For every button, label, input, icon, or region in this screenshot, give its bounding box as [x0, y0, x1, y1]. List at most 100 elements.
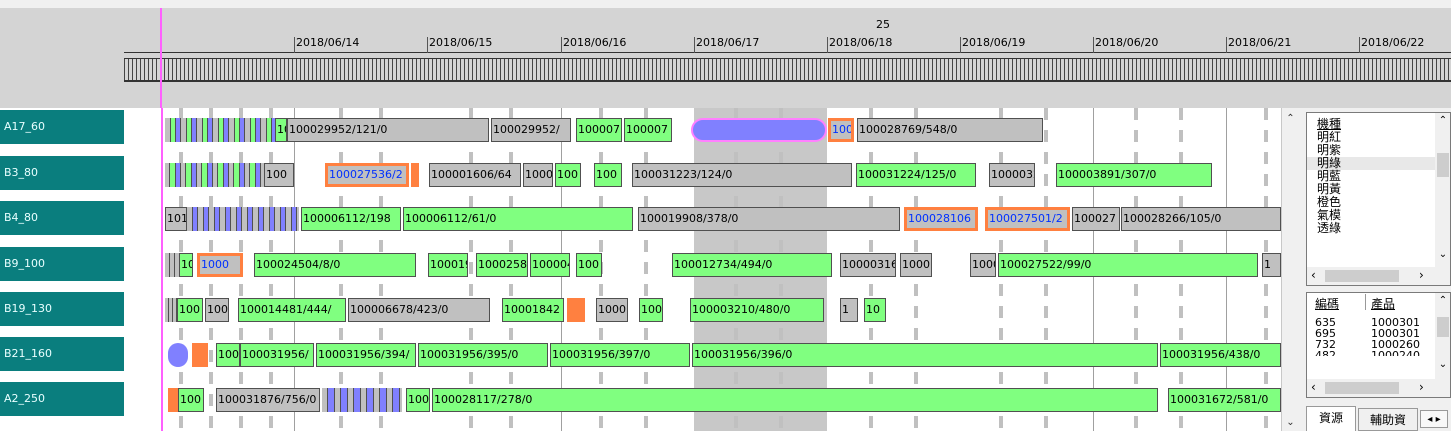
selected-task-bar[interactable]: 100 [828, 118, 854, 142]
task-bar[interactable]: 100027522/99/0 [998, 253, 1258, 277]
task-bar[interactable]: 100 [177, 298, 203, 322]
task-bar[interactable]: 100029952/121/0 [287, 118, 489, 142]
task-bar[interactable]: 100 [406, 388, 430, 412]
scroll-left-arrow-icon[interactable]: ‹ [1311, 268, 1316, 282]
task-cluster[interactable] [165, 163, 275, 187]
task-bar[interactable]: 100024504/8/0 [254, 253, 416, 277]
scroll-thumb[interactable] [1325, 270, 1399, 282]
task-bar[interactable]: 100031956/438/0 [1160, 343, 1281, 367]
task-bar[interactable]: 100031956/394/ [316, 343, 416, 367]
task-bar[interactable]: 100031672/581/0 [1168, 388, 1281, 412]
task-bar[interactable]: 100007 [624, 118, 672, 142]
scroll-right-arrow-icon[interactable]: › [1419, 380, 1424, 394]
scroll-up-arrow-icon[interactable]: ⌃ [1282, 110, 1299, 127]
task-bar[interactable]: 10001842 [502, 298, 564, 322]
task-bar[interactable]: 100 [594, 163, 622, 187]
task-bar[interactable]: 100 [216, 343, 240, 367]
row-label-b9-100[interactable]: B9_100 [0, 247, 124, 281]
task-bar[interactable]: 100027 [1072, 207, 1120, 231]
task-bar[interactable]: 100028769/548/0 [857, 118, 1043, 142]
task-bar[interactable]: 100003891/307/0 [1056, 163, 1212, 187]
scroll-thumb[interactable] [1437, 317, 1449, 337]
row-label-b19-130[interactable]: B19_130 [0, 292, 124, 326]
task-bar[interactable]: 1 [1262, 253, 1281, 277]
task-cluster[interactable] [322, 388, 402, 412]
task-bar[interactable]: 1000 [900, 253, 932, 277]
task-bar[interactable]: 100001606/64 [429, 163, 521, 187]
task-bar[interactable]: 10 [275, 118, 287, 142]
task-bar[interactable]: 100031956/397/0 [550, 343, 690, 367]
task-bar[interactable]: 10 [864, 298, 886, 322]
column-header-code[interactable]: 編碼 [1315, 295, 1339, 312]
list-item[interactable]: 透綠 [1307, 222, 1437, 235]
task-bar[interactable]: 100031956/396/0 [692, 343, 1158, 367]
task-bar[interactable]: 100019 [428, 253, 468, 277]
row-label-b3-80[interactable]: B3_80 [0, 156, 124, 190]
task-bar[interactable]: 1010 [165, 207, 187, 231]
gantt-chart[interactable]: 10 100029952/121/0 100029952/ 100007 100… [124, 108, 1281, 431]
scroll-down-arrow-icon[interactable]: ⌄ [1435, 359, 1450, 370]
task-bar[interactable]: 100025866 [476, 253, 528, 277]
task-bar[interactable]: 100031224/125/0 [856, 163, 976, 187]
setup-block[interactable] [168, 388, 178, 412]
task-bar[interactable]: 100029952/ [491, 118, 571, 142]
list-horizontal-scrollbar[interactable]: ‹ › [1307, 379, 1450, 397]
machine-type-list[interactable]: 機種 明紅 明紫 明綠 明藍 明黃 橙色 氣模 透綠 ⌃ ⌄ ‹ › [1306, 112, 1451, 286]
selected-task-bar[interactable]: 100027501/2 [985, 207, 1070, 231]
selected-task-bar[interactable]: 100028106 [904, 207, 978, 231]
scroll-thumb[interactable] [1325, 382, 1399, 394]
task-bar[interactable]: 100031223/124/0 [632, 163, 852, 187]
task-bar[interactable]: 100003161 [840, 253, 896, 277]
setup-block[interactable] [567, 298, 585, 322]
task-bar[interactable]: 100 [555, 163, 581, 187]
setup-block[interactable] [411, 163, 419, 187]
task-bar[interactable]: 100 [639, 298, 663, 322]
task-bar[interactable]: 100 [576, 253, 602, 277]
selected-task-bar[interactable]: 100027536/2 [325, 163, 409, 187]
task-bar[interactable]: 100 [178, 388, 204, 412]
setup-block[interactable] [192, 343, 208, 367]
task-bar[interactable]: 100 [205, 298, 229, 322]
task-bar[interactable]: 100007 [576, 118, 622, 142]
task-bar[interactable]: 1000032 [989, 163, 1035, 187]
task-bar[interactable]: 100012734/494/0 [672, 253, 832, 277]
task-bar[interactable]: 100 [264, 163, 294, 187]
task-oval[interactable] [168, 343, 188, 367]
scroll-up-arrow-icon[interactable]: ⌃ [1435, 115, 1450, 126]
selected-task-bar[interactable]: 1000 [197, 253, 243, 277]
scroll-right-arrow-icon[interactable]: › [1419, 268, 1424, 282]
tab-scroll-arrows-icon[interactable]: ◂ ▸ [1420, 410, 1448, 428]
tab-auxiliary[interactable]: 輔助資 [1358, 408, 1418, 431]
scroll-thumb[interactable] [1437, 153, 1449, 177]
task-bar[interactable]: 100006678/423/0 [348, 298, 490, 322]
table-row[interactable]: 732 1000260 [1315, 339, 1420, 350]
task-bar[interactable]: 100006112/198 [301, 207, 401, 231]
list-horizontal-scrollbar[interactable]: ‹ › [1307, 267, 1450, 285]
task-bar[interactable]: 100019908/378/0 [638, 207, 900, 231]
gantt-vertical-scrollbar[interactable]: ⌃ ⌄ [1281, 108, 1299, 431]
scroll-down-arrow-icon[interactable]: ⌄ [1282, 414, 1299, 431]
list-vertical-scrollbar[interactable]: ⌃ ⌄ [1435, 293, 1450, 379]
tab-resources[interactable]: 資源 [1306, 406, 1356, 431]
task-bar[interactable]: 1 [840, 298, 858, 322]
task-bar[interactable]: 100031956/395/0 [418, 343, 548, 367]
task-cluster[interactable] [165, 118, 275, 142]
row-label-a17-60[interactable]: A17_60 [0, 110, 124, 144]
task-cluster[interactable] [187, 207, 299, 231]
list-vertical-scrollbar[interactable]: ⌃ ⌄ [1435, 113, 1450, 267]
task-cluster[interactable] [165, 298, 177, 322]
task-bar[interactable]: 100004 [530, 253, 570, 277]
task-bar[interactable]: 10000 [523, 163, 553, 187]
scroll-down-arrow-icon[interactable]: ⌄ [1435, 249, 1450, 260]
task-bar[interactable]: 100031876/756/0 [216, 388, 320, 412]
task-bar[interactable]: 100028266/105/0 [1121, 207, 1281, 231]
task-bar[interactable]: 10000 [970, 253, 996, 277]
task-bar[interactable]: 100014481/444/ [238, 298, 346, 322]
task-bar[interactable]: 100006112/61/0 [403, 207, 633, 231]
row-label-b21-160[interactable]: B21_160 [0, 337, 124, 371]
scroll-left-arrow-icon[interactable]: ‹ [1311, 380, 1316, 394]
column-header-product[interactable]: 產品 [1371, 295, 1395, 312]
table-row[interactable]: 4821000240 [1315, 350, 1420, 356]
row-label-b4-80[interactable]: B4_80 [0, 201, 124, 235]
task-bar[interactable]: 100031956/ [240, 343, 314, 367]
